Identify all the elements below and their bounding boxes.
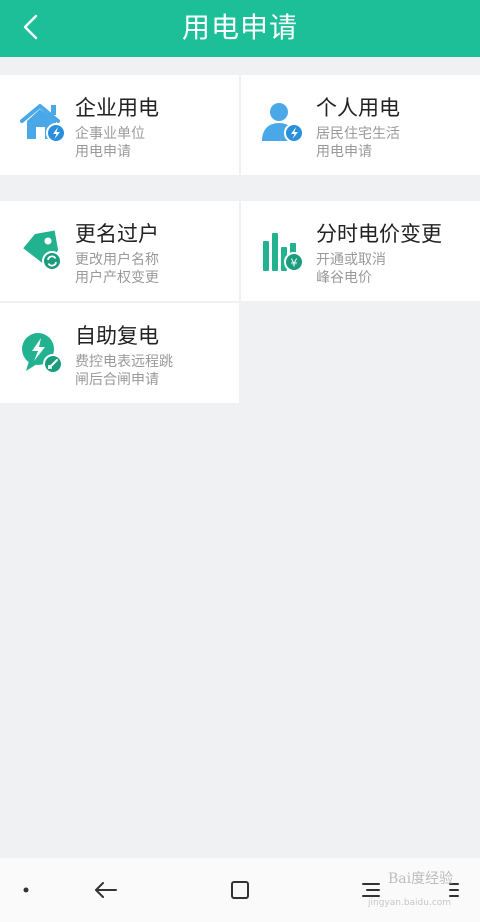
tile-description-line-2: 用户产权变更 bbox=[75, 270, 159, 286]
page-title: 用电申请 bbox=[181, 11, 298, 44]
tile-description-line-1: 企事业单位 bbox=[75, 126, 145, 142]
tile-title: 更名过户 bbox=[75, 222, 159, 246]
tile-self-service-restore[interactable]: 自助复电 费控电表远程跳 闸后合闸申请 bbox=[0, 303, 239, 403]
tile-description-line-2: 用电申请 bbox=[316, 144, 372, 160]
bar-chart-yen-icon: ¥ bbox=[259, 227, 307, 275]
tile-description-line-1: 费控电表远程跳 bbox=[75, 354, 173, 370]
tile-title: 企业用电 bbox=[75, 96, 159, 120]
tile-description-line-1: 居民住宅生活 bbox=[316, 126, 400, 142]
tile-personal-power[interactable]: 个人用电 居民住宅生活 用电申请 bbox=[241, 75, 480, 175]
house-lightning-icon bbox=[18, 99, 66, 147]
tile-title: 分时电价变更 bbox=[316, 222, 442, 246]
tile-title: 个人用电 bbox=[316, 96, 400, 120]
nav-home-button[interactable] bbox=[224, 874, 256, 906]
svg-text:¥: ¥ bbox=[291, 257, 298, 270]
tile-enterprise-power[interactable]: 企业用电 企事业单位 用电申请 bbox=[0, 75, 239, 175]
tile-description-line-1: 开通或取消 bbox=[316, 252, 386, 268]
dot-indicator-icon bbox=[10, 874, 42, 906]
tag-refresh-icon bbox=[18, 227, 66, 275]
nav-back-button[interactable] bbox=[90, 874, 122, 906]
person-lightning-icon bbox=[259, 99, 307, 147]
tile-name-transfer[interactable]: 更名过户 更改用户名称 用户产权变更 bbox=[0, 201, 239, 301]
tile-title: 自助复电 bbox=[75, 324, 159, 348]
tile-description-line-2: 峰谷电价 bbox=[316, 270, 372, 286]
square-icon bbox=[231, 881, 249, 899]
arrow-left-icon bbox=[95, 882, 117, 898]
watermark-text: Bai度经验 bbox=[388, 871, 454, 887]
watermark-url: jingyan.baidu.com bbox=[368, 898, 452, 908]
bulb-lightning-icon bbox=[18, 329, 66, 377]
tile-time-of-use-price[interactable]: ¥ 分时电价变更 开通或取消 峰谷电价 bbox=[241, 201, 480, 301]
tile-description-line-1: 更改用户名称 bbox=[75, 252, 159, 268]
tile-description-line-2: 闸后合闸申请 bbox=[75, 372, 159, 388]
app-header: 用电申请 bbox=[0, 0, 480, 57]
tile-description-line-2: 用电申请 bbox=[75, 144, 131, 160]
